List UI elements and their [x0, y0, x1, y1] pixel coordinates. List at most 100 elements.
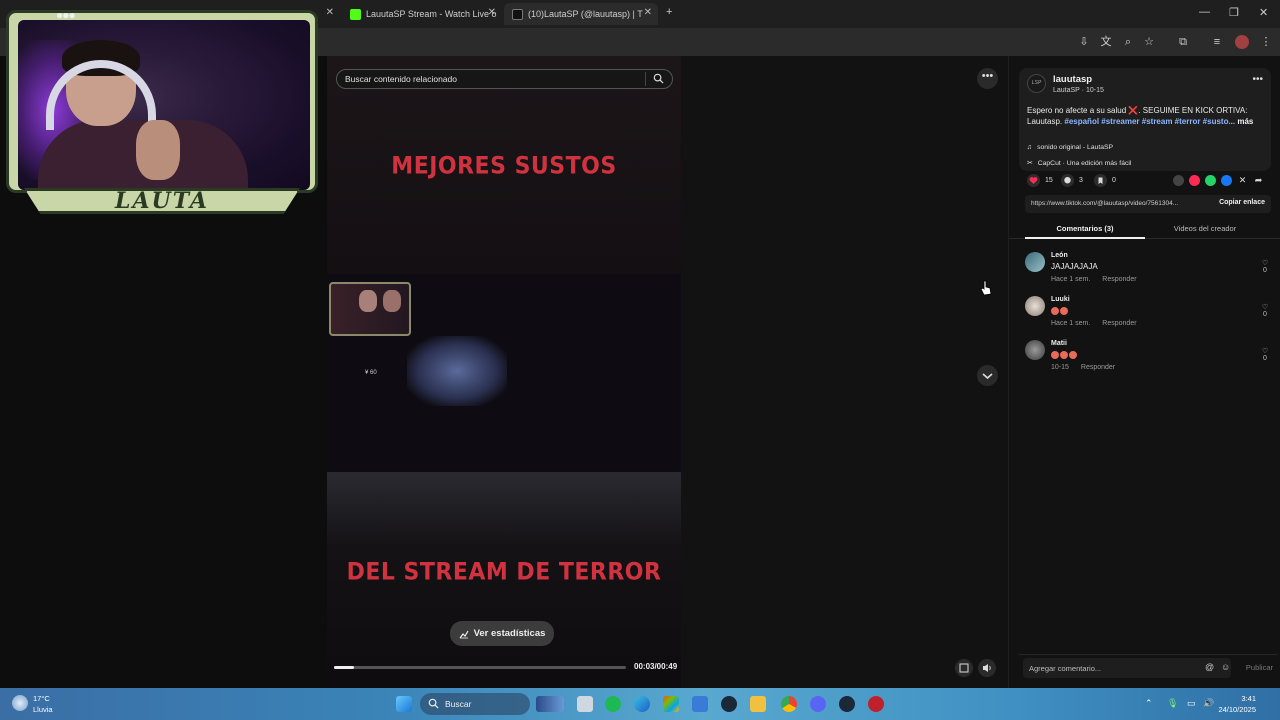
- taskbar-search[interactable]: Buscar: [420, 693, 530, 715]
- zoom-icon[interactable]: ⌕: [1121, 35, 1135, 49]
- file-explorer-icon[interactable]: [750, 696, 766, 712]
- install-app-icon[interactable]: ⇩: [1077, 35, 1091, 49]
- video-progress-fill: [334, 666, 355, 669]
- comment-button[interactable]: 3: [1061, 174, 1083, 187]
- chrome-icon[interactable]: [781, 696, 797, 712]
- reply-button[interactable]: Responder: [1102, 320, 1136, 327]
- tab-comments[interactable]: Comentarios (3): [1025, 224, 1145, 233]
- search-icon[interactable]: [653, 73, 664, 84]
- network-icon[interactable]: ▭: [1187, 698, 1196, 709]
- x-icon[interactable]: ✕: [1237, 175, 1248, 186]
- video-progress-bar[interactable]: [334, 666, 626, 669]
- extensions-icon[interactable]: ⧉: [1176, 35, 1190, 49]
- picture-in-picture-button[interactable]: [955, 659, 973, 677]
- hashtags[interactable]: #español #streamer #stream #terror #sust…: [1064, 117, 1235, 126]
- task-view-icon[interactable]: [577, 696, 593, 712]
- clock-date[interactable]: 24/10/2025: [1218, 705, 1256, 714]
- mention-icon[interactable]: @: [1205, 662, 1214, 672]
- chevron-up-icon[interactable]: ⌃: [1145, 698, 1153, 709]
- creator-avatar[interactable]: LSP: [1027, 74, 1046, 93]
- share-icon[interactable]: ➦: [1253, 175, 1264, 186]
- browser-menu-icon[interactable]: ⋮: [1259, 35, 1273, 49]
- windows-start-icon[interactable]: [396, 696, 412, 712]
- comment-like[interactable]: ♡ 0: [1259, 347, 1271, 362]
- clock-time[interactable]: 3:41: [1241, 694, 1256, 703]
- comment-like[interactable]: ♡ 0: [1259, 259, 1271, 274]
- store-icon[interactable]: [692, 696, 708, 712]
- facebook-icon[interactable]: [1221, 175, 1232, 186]
- tab-kick-stream[interactable]: LauutaSP Stream - Watch Live o ✕: [342, 3, 502, 25]
- profile-avatar-icon[interactable]: [1235, 35, 1249, 49]
- laughing-emoji-icon: [1060, 350, 1068, 359]
- commenter-avatar[interactable]: [1025, 252, 1045, 272]
- maximize-button[interactable]: ❐: [1229, 6, 1239, 19]
- steam-icon[interactable]: [839, 696, 855, 712]
- sound-row[interactable]: ♫ sonido original - LautaSP: [1027, 144, 1113, 151]
- card-more-icon[interactable]: •••: [1252, 74, 1263, 85]
- heart-outline-icon: ♡: [1261, 260, 1269, 267]
- translate-icon[interactable]: 文: [1099, 35, 1113, 49]
- volume-button[interactable]: [978, 659, 996, 677]
- save-count: 0: [1112, 177, 1116, 184]
- steam-icon[interactable]: [721, 696, 737, 712]
- video-title-bottom: DEL STREAM DE TERROR: [346, 558, 662, 587]
- commenter-avatar[interactable]: [1025, 340, 1045, 360]
- tab-title: LauutaSP Stream - Watch Live o: [366, 9, 497, 19]
- link-row: https://www.tiktok.com/@lauutasp/video/7…: [1025, 195, 1271, 213]
- next-video-button[interactable]: [977, 365, 998, 386]
- close-window-button[interactable]: ✕: [1259, 6, 1268, 19]
- view-stats-button[interactable]: Ver estadísticas: [450, 621, 554, 646]
- commenter-name[interactable]: León: [1051, 252, 1068, 259]
- comment-like[interactable]: ♡ 0: [1259, 303, 1271, 318]
- video-link[interactable]: https://www.tiktok.com/@lauutasp/video/7…: [1031, 200, 1201, 207]
- chart-icon: [459, 630, 469, 638]
- whatsapp-icon[interactable]: [1205, 175, 1216, 186]
- tab-creator-videos[interactable]: Videos del creador: [1145, 224, 1265, 233]
- close-tab-icon[interactable]: ✕: [488, 7, 496, 18]
- embed-icon[interactable]: [1173, 175, 1184, 186]
- more-options-button[interactable]: •••: [977, 68, 998, 89]
- weather-temp[interactable]: 17°C: [33, 694, 50, 703]
- emoji-picker-icon[interactable]: ☺: [1221, 662, 1230, 672]
- weather-icon[interactable]: [12, 695, 28, 711]
- related-search-input[interactable]: Buscar contenido relacionado: [336, 69, 673, 89]
- commenter-name[interactable]: Luuki: [1051, 296, 1070, 303]
- creator-username[interactable]: lauutasp: [1053, 74, 1092, 85]
- save-button[interactable]: 0: [1094, 174, 1116, 187]
- edge-icon[interactable]: [634, 696, 650, 712]
- active-tab-indicator: [1025, 237, 1145, 239]
- tab-search-icon[interactable]: ≡: [1210, 35, 1224, 49]
- tab-tiktok[interactable]: (10)LautaSP (@lauutasp) | T ✕: [504, 3, 658, 25]
- like-button[interactable]: 15: [1027, 174, 1053, 187]
- bookmark-star-icon[interactable]: ☆: [1142, 35, 1156, 49]
- reply-button[interactable]: Responder: [1081, 364, 1115, 371]
- commenter-avatar[interactable]: [1025, 296, 1045, 316]
- reply-button[interactable]: Responder: [1102, 276, 1136, 283]
- publish-button[interactable]: Publicar: [1246, 663, 1273, 672]
- volume-icon[interactable]: 🔊: [1203, 698, 1214, 709]
- minimize-button[interactable]: —: [1199, 6, 1210, 18]
- comment-time: Hace 1 sem.: [1051, 276, 1091, 283]
- app-icon[interactable]: [868, 696, 884, 712]
- copy-link-button[interactable]: Copiar enlace: [1219, 199, 1265, 206]
- video-player[interactable]: Buscar contenido relacionado MEJORES SUS…: [327, 56, 681, 688]
- close-tab-icon[interactable]: ✕: [644, 7, 652, 18]
- heart-icon: [1027, 174, 1040, 187]
- discord-icon[interactable]: [810, 696, 826, 712]
- show-more-link[interactable]: más: [1237, 117, 1253, 126]
- send-friends-icon[interactable]: [1189, 175, 1200, 186]
- capcut-row[interactable]: ✂ CapCut · Una edición más fácil: [1027, 159, 1131, 168]
- new-tab-button[interactable]: +: [666, 6, 672, 18]
- close-tab-icon[interactable]: ✕: [326, 7, 334, 18]
- description-card: LSP lauutasp LautaSP · 10-15 ••• Espero …: [1019, 68, 1271, 171]
- comment-composer: @ ☺ Publicar: [1019, 654, 1277, 680]
- weather-desc[interactable]: Lluvia: [33, 705, 53, 714]
- webcam-name: LAUTA: [115, 188, 209, 214]
- widget-news-icon[interactable]: [536, 696, 564, 712]
- spotify-icon[interactable]: [605, 696, 621, 712]
- comment-emojis: [1051, 350, 1078, 359]
- photos-icon[interactable]: [663, 696, 679, 712]
- commenter-name[interactable]: Matii: [1051, 340, 1067, 347]
- microphone-icon[interactable]: 🎙: [1167, 698, 1178, 709]
- comment-input[interactable]: [1023, 658, 1231, 678]
